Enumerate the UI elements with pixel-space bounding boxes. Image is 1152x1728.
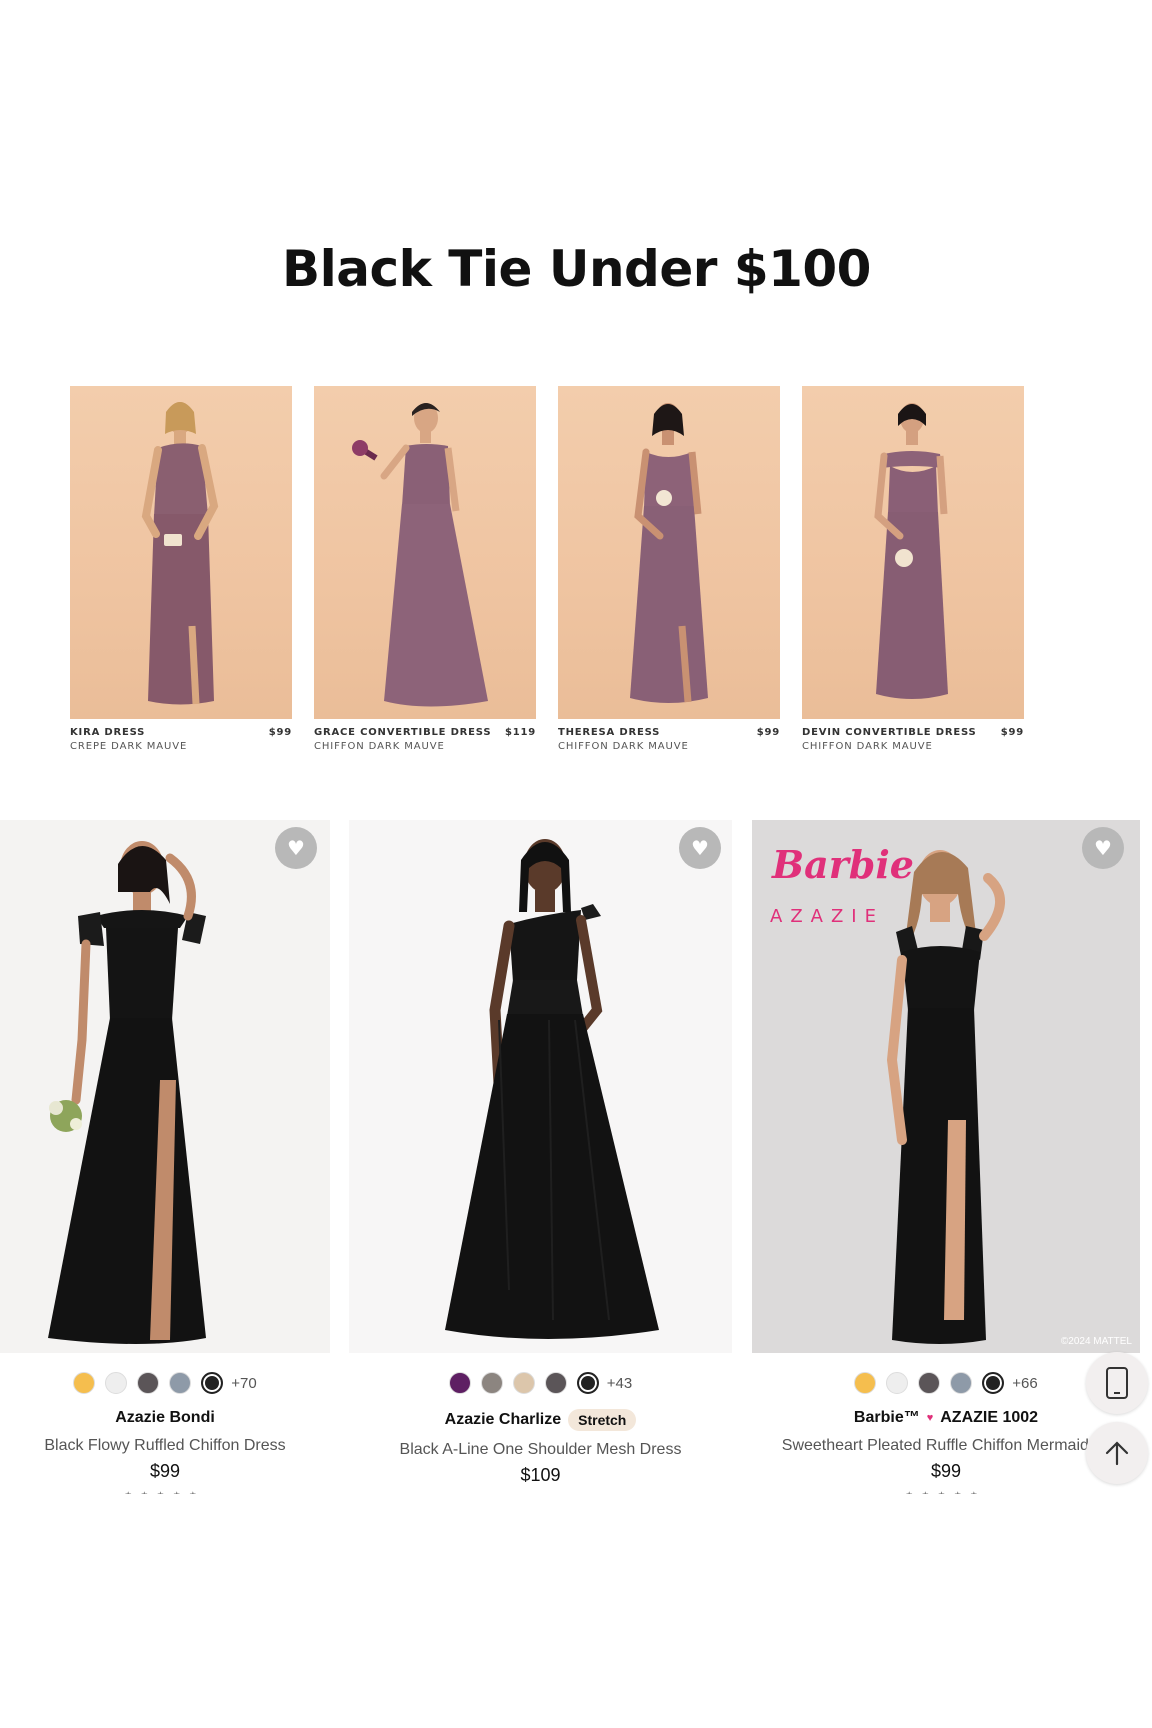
- copyright-text: ©2024 MATTEL: [1060, 1336, 1132, 1347]
- product-photo[interactable]: [314, 386, 536, 719]
- swatch[interactable]: [448, 1372, 471, 1394]
- product-price: $109: [520, 1465, 561, 1485]
- product-name[interactable]: DEVIN CONVERTIBLE DRESS: [802, 727, 977, 738]
- swatch[interactable]: [169, 1372, 192, 1394]
- more-colors-count[interactable]: +43: [607, 1375, 632, 1392]
- product-description[interactable]: Sweetheart Pleated Ruffle Chiffon Mermai…: [752, 1437, 1140, 1455]
- stretch-badge: Stretch: [568, 1409, 637, 1431]
- app-phone-icon[interactable]: [1086, 1352, 1148, 1414]
- top-product-card-devin[interactable]: DEVIN CONVERTIBLE DRESS $99 CHIFFON DARK…: [802, 386, 1024, 752]
- swatch-selected[interactable]: [982, 1372, 1005, 1394]
- product-photo[interactable]: [802, 386, 1024, 719]
- swatch[interactable]: [73, 1372, 96, 1394]
- swatch[interactable]: [918, 1372, 941, 1394]
- product-subtitle: CHIFFON DARK MAUVE: [314, 741, 445, 752]
- swatch[interactable]: [480, 1372, 503, 1394]
- color-swatches: +66: [752, 1371, 1140, 1395]
- product-subtitle: CHIFFON DARK MAUVE: [802, 741, 933, 752]
- barbie-logo: Barbie: [772, 842, 914, 887]
- swatch[interactable]: [950, 1372, 973, 1394]
- product-name[interactable]: THERESA DRESS: [558, 727, 660, 738]
- wishlist-heart-icon[interactable]: ♥: [1082, 827, 1124, 869]
- product-price: $99: [930, 1461, 962, 1481]
- swatch[interactable]: [544, 1372, 567, 1394]
- product-photo[interactable]: Barbie AZAZIE ©2024 MATTEL ♥: [752, 820, 1140, 1353]
- product-brand-prefix[interactable]: Barbie™: [854, 1409, 920, 1427]
- pink-heart-icon: ♥: [926, 1412, 934, 1424]
- product-description[interactable]: Black Flowy Ruffled Chiffon Dress: [0, 1437, 330, 1455]
- rating-stars: ★★★★★: [0, 1490, 330, 1494]
- product-description[interactable]: Black A-Line One Shoulder Mesh Dress: [349, 1441, 732, 1459]
- swatch[interactable]: [512, 1372, 535, 1394]
- top-product-card-kira[interactable]: KIRA DRESS $99 CREPE DARK MAUVE: [70, 386, 292, 752]
- product-card-azazie-charlize[interactable]: ♥ +43 Azazie Charlize Stretch Black A-Li…: [349, 820, 732, 1494]
- swatch[interactable]: [854, 1372, 877, 1394]
- page-heading: Black Tie Under $100: [282, 240, 871, 298]
- rating-stars: ★★★★★: [752, 1490, 1140, 1494]
- swatch[interactable]: [105, 1372, 128, 1394]
- product-photo[interactable]: ♥: [0, 820, 330, 1353]
- top-product-card-theresa[interactable]: THERESA DRESS $99 CHIFFON DARK MAUVE: [558, 386, 780, 752]
- color-swatches: +43: [349, 1371, 732, 1395]
- wishlist-heart-icon[interactable]: ♥: [275, 827, 317, 869]
- product-price: $99: [1000, 727, 1024, 738]
- back-to-top-arrow-up-icon[interactable]: [1086, 1422, 1148, 1484]
- more-colors-count[interactable]: +66: [1012, 1375, 1037, 1392]
- product-card-azazie-bondi[interactable]: ♥ +70 Azazie Bondi Black Flowy Ruffled C…: [0, 820, 330, 1494]
- product-photo[interactable]: [70, 386, 292, 719]
- product-card-barbie-azazie-1002[interactable]: Barbie AZAZIE ©2024 MATTEL ♥ +66 Barbie™…: [752, 820, 1140, 1494]
- azazie-logo: AZAZIE: [770, 906, 884, 927]
- product-brand[interactable]: Azazie Charlize: [445, 1411, 561, 1429]
- product-subtitle: CREPE DARK MAUVE: [70, 741, 188, 752]
- swatch[interactable]: [137, 1372, 160, 1394]
- product-photo[interactable]: [558, 386, 780, 719]
- wishlist-heart-icon[interactable]: ♥: [679, 827, 721, 869]
- product-brand[interactable]: AZAZIE 1002: [940, 1409, 1038, 1427]
- product-name[interactable]: GRACE CONVERTIBLE DRESS: [314, 727, 491, 738]
- more-colors-count[interactable]: +70: [231, 1375, 256, 1392]
- top-product-card-grace[interactable]: GRACE CONVERTIBLE DRESS $119 CHIFFON DAR…: [314, 386, 536, 752]
- product-name[interactable]: KIRA DRESS: [70, 727, 145, 738]
- product-brand[interactable]: Azazie Bondi: [115, 1409, 215, 1427]
- swatch-selected[interactable]: [576, 1372, 599, 1394]
- product-price: $99: [149, 1461, 181, 1481]
- product-photo[interactable]: ♥: [349, 820, 732, 1353]
- product-price: $119: [504, 727, 536, 738]
- product-price: $99: [756, 727, 780, 738]
- product-price: $99: [268, 727, 292, 738]
- swatch-selected[interactable]: [201, 1372, 224, 1394]
- swatch[interactable]: [886, 1372, 909, 1394]
- product-subtitle: CHIFFON DARK MAUVE: [558, 741, 689, 752]
- color-swatches: +70: [0, 1371, 330, 1395]
